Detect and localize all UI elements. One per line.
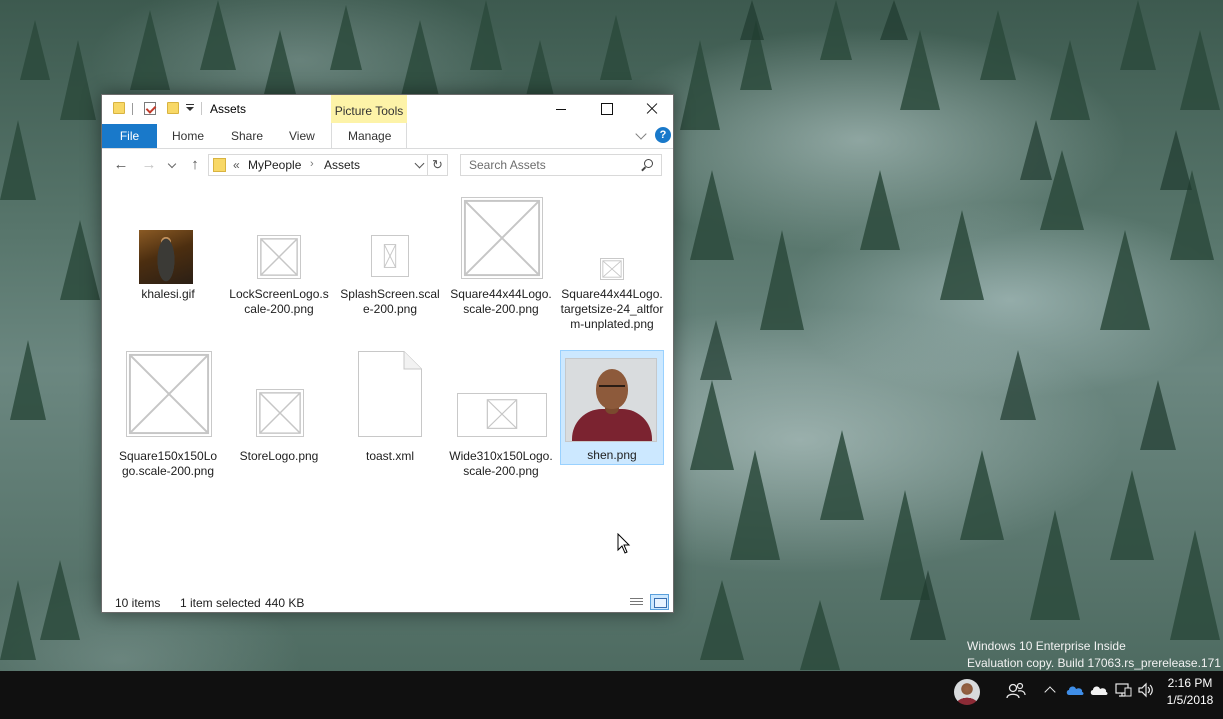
tab-view[interactable]: View: [289, 124, 315, 148]
avatar[interactable]: [954, 679, 980, 705]
details-view-icon[interactable]: [628, 595, 645, 609]
tab-file[interactable]: File: [102, 124, 157, 148]
file-item-toast-xml[interactable]: toast.xml: [338, 345, 442, 475]
picture-tools-header: Picture Tools: [331, 95, 407, 123]
file-item-shen[interactable]: shen.png: [560, 350, 664, 465]
properties-icon[interactable]: [144, 102, 156, 115]
file-name: toast.xml: [365, 449, 414, 463]
taskbar: 2:16 PM 1/5/2018: [0, 671, 1223, 719]
back-arrow-icon[interactable]: ←: [112, 156, 130, 174]
volume-icon[interactable]: [1138, 682, 1155, 698]
item-count: 10 items: [115, 596, 161, 610]
folder-icon: [213, 158, 226, 172]
placeholder-image-icon: [256, 389, 304, 437]
search-box[interactable]: [460, 154, 662, 176]
customize-qat-icon[interactable]: [186, 103, 195, 113]
onedrive-icon[interactable]: [1066, 685, 1084, 695]
file-name: Square44x44Logo.targetsize-24_altform-un…: [560, 287, 664, 331]
file-thumbnail: [139, 230, 193, 284]
file-item-lockscreenlogo[interactable]: LockScreenLogo.scale-200.png: [227, 183, 331, 316]
large-icons-view-icon[interactable]: [650, 594, 669, 610]
new-folder-icon[interactable]: [167, 102, 179, 114]
file-item-square44-logo[interactable]: Square44x44Logo.scale-200.png: [449, 183, 553, 316]
title-bar[interactable]: Assets Picture Tools: [102, 95, 673, 123]
file-item-khalesi[interactable]: khalesi.gif: [116, 183, 220, 313]
folder-icon: [113, 102, 125, 114]
placeholder-image-icon: [257, 235, 301, 279]
build-watermark: Windows 10 Enterprise Inside Evaluation …: [963, 638, 1223, 671]
forward-arrow-icon[interactable]: →: [140, 156, 158, 174]
file-name: Square150x150Logo.scale-200.png: [118, 449, 218, 478]
window-title: Assets: [210, 102, 247, 116]
selection-count: 1 item selected: [180, 596, 261, 610]
clock-time: 2:16 PM: [1167, 676, 1213, 690]
file-name: StoreLogo.png: [239, 449, 319, 463]
up-arrow-icon[interactable]: ↑: [186, 156, 204, 174]
file-item-square44-targetsize[interactable]: Square44x44Logo.targetsize-24_altform-un…: [560, 183, 664, 343]
close-button[interactable]: [629, 95, 675, 123]
tab-home[interactable]: Home: [172, 124, 204, 148]
status-bar: 10 items 1 item selected 440 KB: [102, 592, 673, 612]
breadcrumb-separator: ›: [310, 158, 314, 170]
watermark-build: Evaluation copy. Build 17063.rs_prerelea…: [967, 656, 1221, 670]
file-explorer-window: Assets Picture Tools File Home Share Vie…: [101, 94, 674, 613]
file-thumbnail: [565, 358, 657, 442]
file-name: khalesi.gif: [141, 287, 195, 301]
mouse-cursor-icon: [617, 533, 631, 554]
recent-locations-icon[interactable]: [167, 159, 177, 169]
search-icon[interactable]: [644, 159, 653, 168]
address-bar[interactable]: « MyPeople › Assets: [208, 154, 428, 176]
file-name: shen.png: [587, 448, 637, 462]
file-name: Square44x44Logo.scale-200.png: [450, 287, 552, 316]
placeholder-image-icon: [457, 393, 547, 437]
breadcrumb-overflow[interactable]: «: [233, 158, 240, 172]
refresh-icon[interactable]: ↻: [428, 154, 448, 176]
network-icon[interactable]: [1115, 682, 1132, 698]
clock-date: 1/5/2018: [1166, 693, 1214, 707]
system-clock[interactable]: 2:16 PM 1/5/2018: [1160, 675, 1220, 709]
file-item-wide310-logo[interactable]: Wide310x150Logo.scale-200.png: [449, 345, 553, 478]
placeholder-image-icon: [371, 235, 409, 277]
placeholder-image-icon: [600, 258, 624, 280]
file-name: SplashScreen.scale-200.png: [340, 287, 440, 316]
file-list: khalesi.gif LockScreenLogo.scale-200.png…: [102, 183, 673, 592]
qat-separator: [132, 103, 133, 115]
selection-size: 440 KB: [265, 596, 305, 610]
people-icon[interactable]: [1006, 681, 1026, 701]
thumbnail-glasses: [599, 385, 625, 391]
help-icon[interactable]: ?: [655, 127, 671, 143]
file-item-storelogo[interactable]: StoreLogo.png: [227, 345, 331, 475]
navigation-bar: ← → ↑ « MyPeople › Assets ↻: [102, 150, 673, 180]
tab-share[interactable]: Share: [231, 124, 263, 148]
minimize-button[interactable]: [538, 95, 584, 123]
file-item-splashscreen[interactable]: SplashScreen.scale-200.png: [338, 183, 442, 316]
placeholder-image-icon: [461, 197, 543, 279]
title-separator: [201, 102, 202, 115]
address-dropdown-icon[interactable]: [414, 158, 425, 169]
breadcrumb-mypeople[interactable]: MyPeople: [248, 158, 301, 172]
tab-manage[interactable]: Manage: [348, 124, 391, 148]
watermark-edition: Windows 10 Enterprise Inside: [967, 639, 1126, 653]
placeholder-image-icon: [126, 351, 212, 437]
file-name: LockScreenLogo.scale-200.png: [229, 287, 329, 316]
maximize-button[interactable]: [583, 95, 629, 123]
onedrive-personal-icon[interactable]: [1090, 685, 1108, 695]
ribbon-tabs: File Home Share View Manage ?: [102, 123, 673, 149]
file-name: Wide310x150Logo.scale-200.png: [449, 449, 553, 478]
search-input[interactable]: [461, 155, 637, 175]
document-icon: [358, 351, 422, 437]
expand-ribbon-icon[interactable]: [635, 128, 647, 140]
breadcrumb-assets[interactable]: Assets: [324, 158, 360, 172]
file-item-square150-logo[interactable]: Square150x150Logo.scale-200.png: [116, 345, 220, 478]
show-hidden-icons-icon[interactable]: [1044, 686, 1056, 698]
